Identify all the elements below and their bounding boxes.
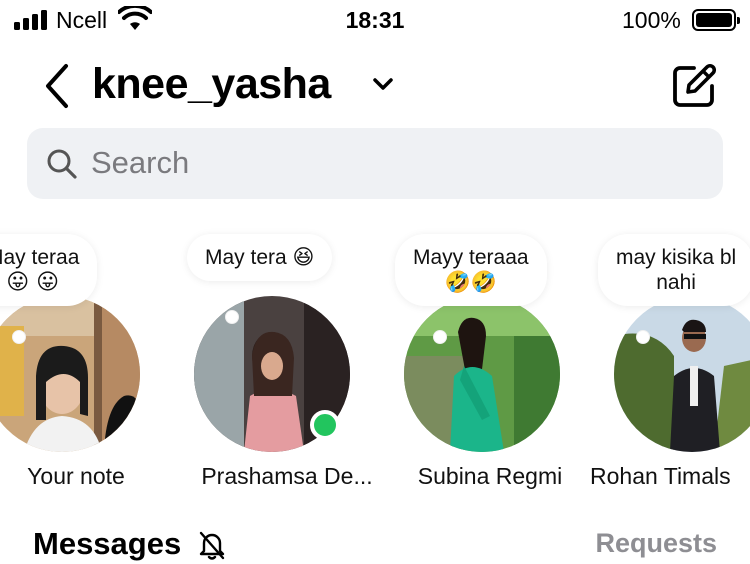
note-bubble: Mayy teraaa 🤣🤣: [395, 234, 547, 306]
note-name: Rohan Timals: [590, 463, 731, 489]
note-text-line2: nahi: [656, 271, 696, 294]
note-name: Your note: [27, 463, 125, 489]
avatar-photo: [404, 296, 560, 452]
header: knee_yasha: [0, 50, 750, 120]
chevron-down-icon[interactable]: [370, 74, 396, 94]
avatar[interactable]: [614, 296, 750, 452]
battery-icon: [692, 9, 740, 31]
note-your-note[interactable]: May teraa 😛 😛 Your note: [0, 225, 186, 500]
note-name: Prashamsa De...: [201, 463, 373, 489]
messages-title: Messages: [33, 526, 182, 561]
battery-fill: [696, 13, 732, 27]
status-bar: Ncell 18:31 100%: [0, 0, 750, 42]
note-bubble: May tera 😆: [187, 234, 333, 281]
compose-icon[interactable]: [670, 62, 718, 110]
note-text: May tera 😆: [205, 246, 315, 269]
note-subina[interactable]: Mayy teraaa 🤣🤣 Subina Regmi: [380, 225, 600, 500]
avatar-photo: [614, 296, 750, 452]
requests-link[interactable]: Requests: [595, 528, 717, 559]
avatar[interactable]: [404, 296, 560, 452]
online-status-dot: [310, 410, 340, 440]
notes-row: May teraa 😛 😛 Your note May tera 😆: [0, 225, 750, 500]
battery-percentage: 100%: [622, 7, 681, 33]
note-text: may kisika bl: [616, 246, 737, 269]
note-text-line2: 😛 😛: [6, 270, 60, 295]
search-icon: [47, 149, 77, 179]
note-prashamsa[interactable]: May tera 😆 Prashamsa De...: [172, 225, 402, 500]
note-bubble: May teraa 😛 😛: [0, 234, 98, 306]
note-text: May teraa: [0, 246, 80, 269]
search-input[interactable]: [91, 142, 691, 184]
avatar[interactable]: [0, 296, 140, 452]
note-name: Subina Regmi: [417, 463, 563, 489]
search-bar[interactable]: [27, 128, 723, 199]
avatar-photo: [0, 296, 140, 452]
note-bubble: may kisika bl nahi: [598, 234, 750, 306]
note-text-line2: 🤣🤣: [444, 270, 497, 294]
note-rohan[interactable]: may kisika bl nahi Rohan Timals: [586, 225, 750, 500]
account-title[interactable]: knee_yasha: [92, 60, 331, 109]
note-text: Mayy teraaa: [413, 246, 529, 269]
back-chevron-icon[interactable]: [38, 62, 74, 110]
bell-slash-icon[interactable]: [198, 530, 226, 560]
